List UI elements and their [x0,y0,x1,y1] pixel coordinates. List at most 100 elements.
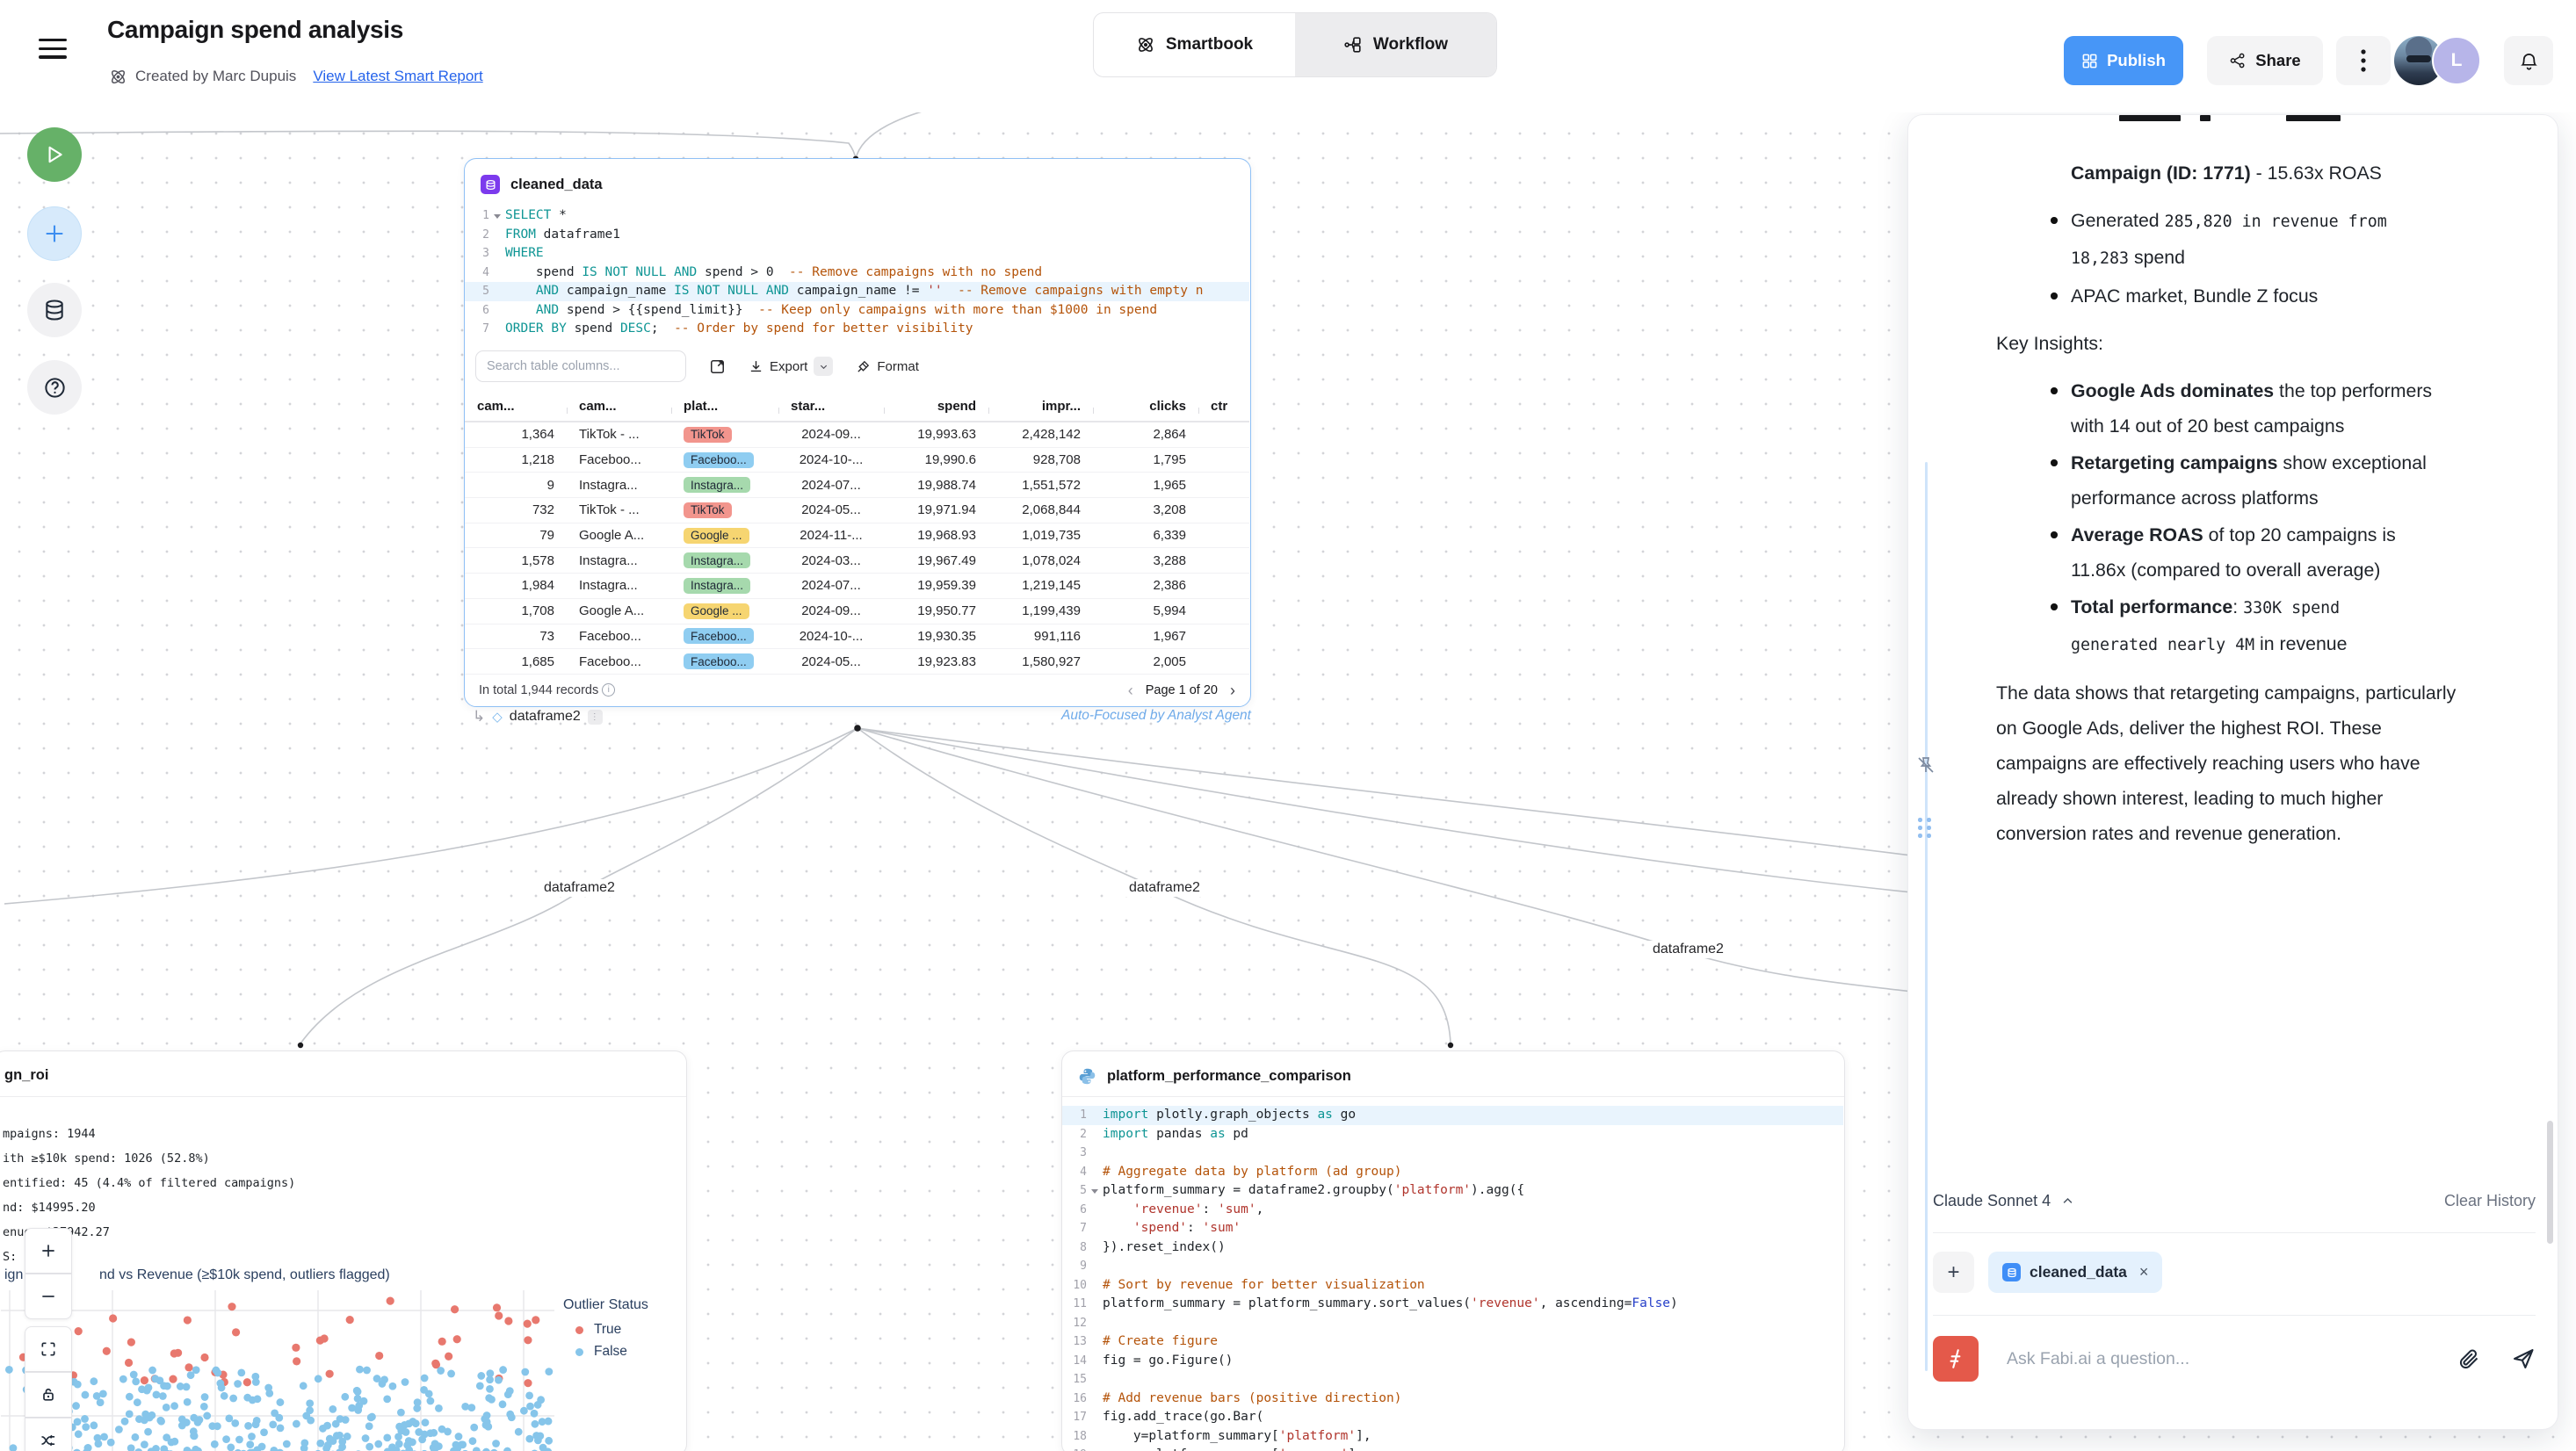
search-table-columns-input[interactable]: Search table columns... [475,350,686,382]
remove-context-icon[interactable]: × [2139,1263,2149,1281]
add-context-button[interactable]: + [1933,1252,1974,1293]
context-chip-cleaned-data[interactable]: cleaned_data × [1988,1252,2162,1293]
clear-history-button[interactable]: Clear History [2444,1192,2536,1210]
tab-workflow[interactable]: Workflow [1295,13,1496,76]
shuffle-layout-button[interactable] [25,1418,72,1451]
legend-item-false[interactable]: False [575,1344,648,1360]
tab-smartbook[interactable]: Smartbook [1094,13,1295,76]
notifications-button[interactable] [2504,36,2553,85]
sql-chip-icon [2002,1263,2021,1281]
help-button[interactable] [27,360,82,415]
database-icon [43,299,66,321]
fit-view-button[interactable] [25,1326,72,1372]
drag-handle[interactable] [1918,818,1932,841]
zoom-out-button[interactable] [25,1274,72,1319]
node-title: gn_roi [4,1067,48,1084]
message-gutter-line [1925,462,1928,1371]
zoom-in-button[interactable] [25,1228,72,1274]
expand-table-icon[interactable] [709,358,726,375]
panel-scrollbar[interactable] [2547,1121,2553,1244]
send-icon[interactable] [2511,1346,2536,1371]
legend-title: Outlier Status [563,1297,648,1313]
node-title: cleaned_data [510,177,603,193]
page-title: Campaign spend analysis [107,16,403,44]
chart-title-fragment: ign [4,1267,23,1283]
share-button[interactable]: Share [2207,36,2323,85]
more-menu-button[interactable] [2336,36,2391,85]
publish-grid-icon [2081,53,2098,69]
platform-badge: Instagra... [684,578,750,594]
info-icon[interactable]: i [602,683,615,697]
smartbook-atom-icon [109,68,127,86]
avatar-user-l[interactable]: L [2432,36,2481,85]
lock-view-button[interactable] [25,1372,72,1418]
node-output-dataframe2[interactable]: ↳ ◇ dataframe2 ⋮ [473,708,603,726]
format-icon [856,359,871,374]
platform-badge: Instagra... [684,477,750,493]
smartbook-atom-icon [1136,35,1155,54]
scatter-plot [1,1290,570,1451]
context-chip-label: cleaned_data [2030,1263,2127,1281]
legend-label: True [594,1322,621,1338]
table-row: 79Google A...Google ...2024-11-...19,968… [465,523,1249,549]
legend-dot-true [575,1326,583,1334]
unpin-icon[interactable] [1915,754,1936,776]
menu-icon[interactable] [39,39,67,61]
next-page-icon[interactable]: › [1230,682,1235,700]
format-label: Format [877,359,919,374]
python-node-icon [1078,1067,1096,1086]
model-name-label: Claude Sonnet 4 [1933,1192,2051,1210]
analyst-chat-panel: Campaign (ID: 1771) - 15.63x ROASGenerat… [1907,114,2558,1430]
legend-dot-false [575,1348,583,1356]
chevron-up-icon [2061,1195,2074,1208]
play-icon [43,143,66,166]
prev-page-icon[interactable]: ‹ [1128,682,1133,700]
tab-label: Workflow [1373,35,1448,54]
shuffle-icon [40,1432,57,1449]
column-header[interactable]: clicks [1093,399,1198,414]
chart-title: nd vs Revenue (≥$10k spend, outliers fla… [99,1267,390,1283]
table-row: 1,708Google A...Google ...2024-09...19,9… [465,599,1249,624]
export-options-chevron[interactable] [814,357,833,376]
column-header[interactable]: plat... [671,399,778,414]
fabi-logo [1933,1336,1979,1382]
export-label: Export [770,359,807,374]
column-header[interactable]: spend [884,399,988,414]
result-table: cam...cam...plat...star...spendimpr...cl… [465,391,1249,675]
format-button[interactable]: Format [856,359,919,374]
export-button[interactable]: Export [749,357,833,376]
legend-label: False [594,1344,627,1360]
output-dataframe-label: dataframe2 [510,709,581,725]
ask-question-input[interactable]: Ask Fabi.ai a question... [2007,1349,2457,1369]
model-selector[interactable]: Claude Sonnet 4 [1933,1192,2074,1210]
app-header: Campaign spend analysis Created by Marc … [0,0,2576,112]
table-row: 9Instagra...Instagra...2024-07...19,988.… [465,473,1249,498]
run-workflow-button[interactable] [27,127,82,182]
output-options-icon[interactable]: ⋮ [588,710,603,725]
workflow-app: dataframe2 dataframe2 dataframe2 datafra… [0,0,2576,1451]
scatter-legend: Outlier Status True False [563,1297,648,1366]
legend-item-true[interactable]: True [575,1322,648,1338]
lock-icon [40,1386,57,1404]
column-header[interactable]: star... [778,399,884,414]
column-header[interactable]: cam... [465,399,567,414]
view-latest-smart-report-link[interactable]: View Latest Smart Report [313,68,482,85]
column-header[interactable]: impr... [988,399,1093,414]
workflow-icon [1343,35,1363,54]
column-header[interactable]: ctr [1198,399,1249,414]
bell-icon [2519,51,2539,71]
return-arrow-icon: ↳ [473,708,485,726]
python-code-editor[interactable]: 1import plotly.graph_objects as go2impor… [1062,1106,1843,1451]
data-sources-button[interactable] [27,283,82,337]
table-row: 1,984Instagra...Instagra...2024-07...19,… [465,574,1249,599]
sql-code-editor[interactable]: 1SELECT *2FROM dataframe13WHERE4 spend I… [465,206,1249,339]
edge-label-dataframe2-clipped: dataframe2 [0,889,4,906]
node-cleaned-data[interactable]: cleaned_data 1SELECT *2FROM dataframe13W… [464,158,1251,707]
column-header[interactable]: cam... [567,399,671,414]
add-node-button[interactable] [27,206,82,261]
publish-button[interactable]: Publish [2064,36,2183,85]
node-platform-performance-comparison[interactable]: platform_performance_comparison 1import … [1061,1050,1845,1451]
node-campaign-roi[interactable]: gn_roi mpaigns: 1944ith ≥$10k spend: 102… [0,1050,687,1451]
minus-icon [40,1288,57,1305]
attachment-icon[interactable] [2457,1347,2481,1371]
